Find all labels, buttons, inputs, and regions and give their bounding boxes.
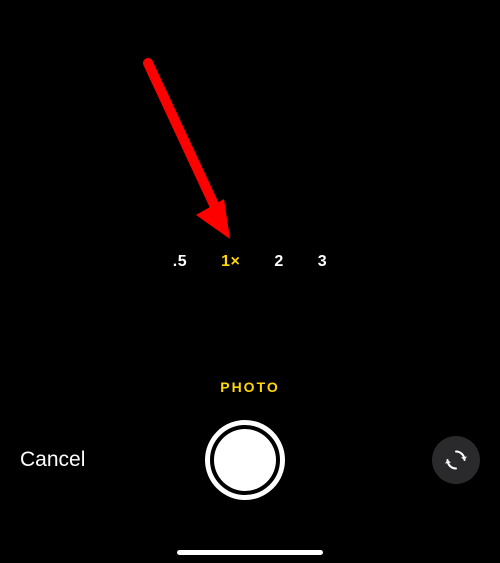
flip-camera-button[interactable] <box>432 436 480 484</box>
home-indicator <box>177 550 323 555</box>
cancel-button[interactable]: Cancel <box>20 448 120 472</box>
zoom-option-0-5x[interactable]: .5 <box>173 253 187 271</box>
annotation-arrow-icon <box>140 55 250 245</box>
bottom-controls: Cancel <box>0 410 500 510</box>
shutter-core-icon <box>214 429 276 491</box>
zoom-option-3x[interactable]: 3 <box>318 253 327 271</box>
camera-mode-label: PHOTO <box>220 379 280 395</box>
flip-camera-icon <box>443 447 469 473</box>
camera-mode-row: PHOTO <box>0 379 500 397</box>
zoom-controls: .5 1× 2 3 <box>0 253 500 271</box>
shutter-button[interactable] <box>205 420 285 500</box>
zoom-option-2x[interactable]: 2 <box>274 253 283 271</box>
zoom-option-1x[interactable]: 1× <box>221 253 240 271</box>
camera-app: .5 1× 2 3 PHOTO Cancel <box>0 0 500 563</box>
